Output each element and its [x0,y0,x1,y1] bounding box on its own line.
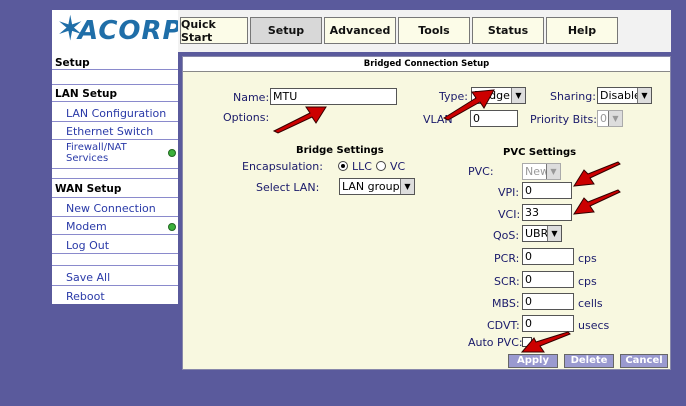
delete-button[interactable]: Delete [564,354,614,368]
sidebar: Setup LAN Setup LAN Configuration Ethern… [52,52,178,304]
annotation-arrow-icon [573,161,621,187]
sidebar-divider [52,253,178,254]
llc-radio[interactable] [338,161,348,171]
vpi-label: VPI: [498,186,520,199]
sidebar-divider [52,285,178,286]
sidebar-lan-title: LAN Setup [55,88,117,100]
chevron-down-icon: ▼ [546,164,560,179]
pvc-label: PVC: [468,165,494,178]
pcr-label: PCR: [494,252,520,265]
tab-status[interactable]: Status [472,17,544,44]
priority-bits-value: 0 [600,112,607,125]
annotation-arrow-icon [442,89,495,121]
sidebar-item-ethernet-switch[interactable]: Ethernet Switch [52,125,178,138]
sidebar-item-reboot[interactable]: Reboot [52,290,178,303]
name-label: Name: [233,91,270,104]
encapsulation-label: Encapsulation: [242,160,323,173]
sharing-label: Sharing: [550,90,596,103]
vc-label: VC [390,160,406,173]
sidebar-setup-title: Setup [55,57,90,69]
chevron-down-icon: ▼ [608,111,622,126]
tab-advanced[interactable]: Advanced [324,17,396,44]
status-dot-icon [168,223,176,231]
apply-button[interactable]: Apply [508,354,558,368]
pcr-unit: cps [578,252,597,265]
chevron-down-icon: ▼ [511,88,525,103]
sharing-select-value: Disable [600,89,641,102]
cdvt-label: CDVT: [487,319,520,332]
pvc-select[interactable]: New ▼ [522,163,561,180]
sidebar-divider [52,178,178,179]
status-dot-icon [168,149,176,157]
mbs-label: MBS: [492,297,520,310]
sidebar-item-new-connection[interactable]: New Connection [52,202,178,215]
vc-radio[interactable] [376,161,386,171]
annotation-arrow-icon [272,106,327,134]
logo-text: ACORP [78,16,183,46]
sidebar-divider [52,168,178,169]
sidebar-wan-title: WAN Setup [55,183,122,195]
qos-label: QoS: [493,229,520,242]
sidebar-item-log-out[interactable]: Log Out [52,239,178,252]
sidebar-item-firewall-nat[interactable]: Firewall/NAT Services [52,142,152,164]
qos-select-value: UBR [525,227,549,240]
cancel-button[interactable]: Cancel [620,354,668,368]
sidebar-divider [52,216,178,217]
tab-setup[interactable]: Setup [250,17,322,44]
vpi-input[interactable]: 0 [522,182,572,199]
annotation-arrow-icon [573,189,621,215]
select-lan-select[interactable]: LAN group 1 ▼ [339,178,415,195]
mbs-input[interactable]: 0 [522,293,574,310]
bridge-settings-title: Bridge Settings [296,145,384,156]
sidebar-divider [52,234,178,235]
sidebar-divider [52,84,178,85]
chevron-down-icon: ▼ [637,88,651,103]
sidebar-item-lan-configuration[interactable]: LAN Configuration [52,107,178,120]
sidebar-divider [52,101,178,102]
options-label: Options: [223,111,270,124]
pcr-input[interactable]: 0 [522,248,574,265]
sidebar-item-modem[interactable]: Modem [52,220,178,233]
panel-title: Bridged Connection Setup [183,57,670,72]
sidebar-item-save-all[interactable]: Save All [52,271,178,284]
sharing-select[interactable]: Disable ▼ [597,87,652,104]
sidebar-divider [52,69,178,70]
priority-bits-select[interactable]: 0 ▼ [597,110,623,127]
priority-bits-label: Priority Bits: [530,113,597,126]
auto-pvc-label: Auto PVC: [468,336,523,349]
vci-input[interactable]: 33 [522,204,572,221]
sidebar-divider [52,265,178,266]
sidebar-divider [52,139,178,140]
annotation-arrow-icon [520,331,571,353]
sidebar-divider [52,121,178,122]
scr-unit: cps [578,275,597,288]
acorp-logo: ✶ ACORP [52,10,182,52]
cdvt-unit: usecs [578,319,610,332]
mbs-unit: cells [578,297,603,310]
select-lan-label: Select LAN: [256,181,320,194]
llc-label: LLC [352,160,372,173]
scr-input[interactable]: 0 [522,271,574,288]
chevron-down-icon: ▼ [547,226,561,241]
sidebar-divider [52,197,178,198]
pvc-settings-title: PVC Settings [503,147,577,158]
tab-tools[interactable]: Tools [398,17,470,44]
vci-label: VCI: [498,208,521,221]
tab-help[interactable]: Help [546,17,618,44]
qos-select[interactable]: UBR ▼ [522,225,562,242]
chevron-down-icon: ▼ [400,179,414,194]
scr-label: SCR: [494,275,520,288]
top-nav: Quick Start Setup Advanced Tools Status … [178,10,671,52]
tab-quick-start[interactable]: Quick Start [180,17,248,44]
